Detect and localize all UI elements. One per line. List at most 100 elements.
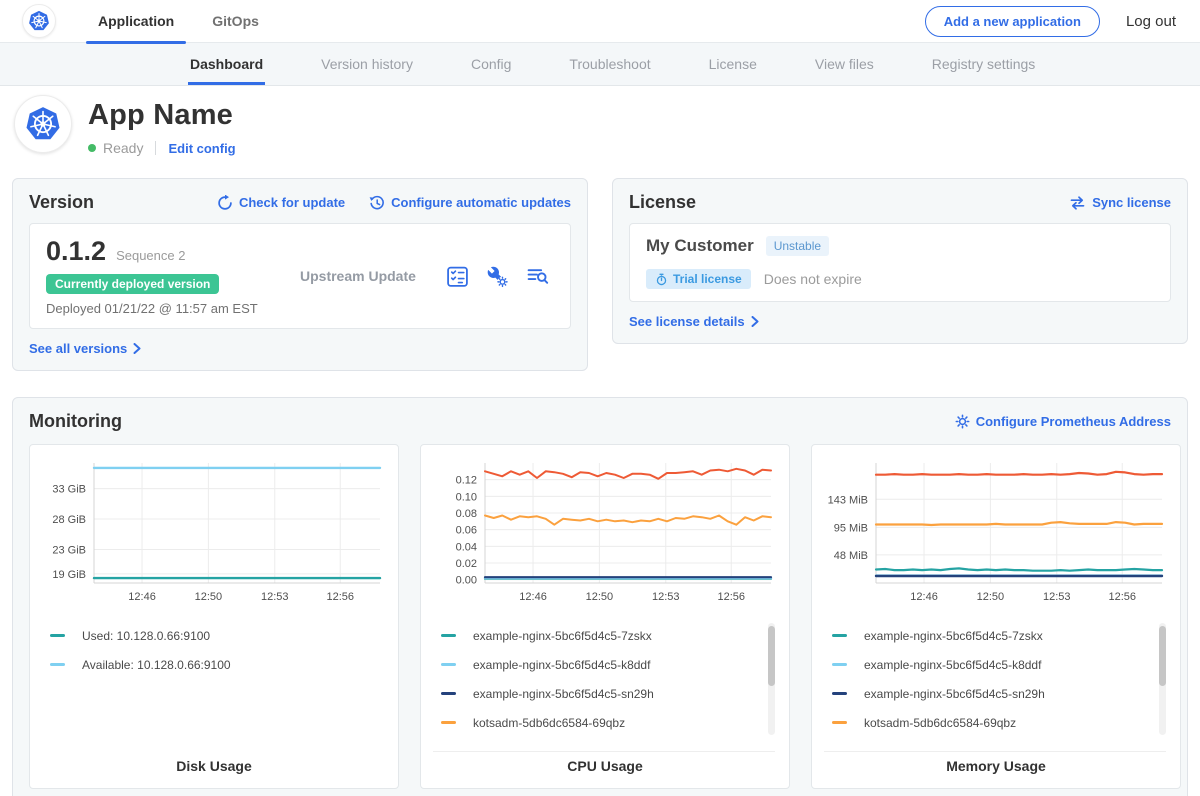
svg-text:12:46: 12:46 xyxy=(519,591,547,603)
legend-scrollbar[interactable] xyxy=(768,623,775,735)
see-all-versions-link[interactable]: See all versions xyxy=(29,341,141,356)
subnav-tab-view-files[interactable]: View files xyxy=(813,43,876,85)
page-title: App Name xyxy=(88,99,236,132)
sync-icon xyxy=(1069,195,1086,211)
legend-swatch xyxy=(50,634,65,637)
configure-auto-updates-link[interactable]: Configure automatic updates xyxy=(369,195,571,211)
auto-update-clock-icon xyxy=(369,195,385,211)
svg-text:33 GiB: 33 GiB xyxy=(52,484,86,496)
monitoring-title: Monitoring xyxy=(29,411,122,432)
gear-icon xyxy=(955,414,970,429)
legend-label: Used: 10.128.0.66:9100 xyxy=(82,629,210,643)
cpu-usage-chart: 0.000.020.040.060.080.100.1212:4612:5012… xyxy=(433,455,777,607)
version-source: Upstream Update xyxy=(286,268,446,284)
legend-item: Available: 10.128.0.66:9100 xyxy=(50,650,386,679)
memory-usage-panel: 48 MiB95 MiB143 MiB12:4612:5012:5312:56 … xyxy=(811,444,1181,789)
deployed-timestamp: Deployed 01/21/22 @ 11:57 am EST xyxy=(46,301,286,316)
view-config-wrench-icon[interactable] xyxy=(486,265,509,288)
memory-usage-title: Memory Usage xyxy=(824,752,1168,774)
svg-text:12:53: 12:53 xyxy=(1043,591,1071,603)
license-expiry: Does not expire xyxy=(764,271,862,287)
legend-item: example-nginx-5bc6f5d4c5-k8ddf xyxy=(441,650,775,679)
license-type-badge: Trial license xyxy=(646,269,751,289)
configure-prometheus-link[interactable]: Configure Prometheus Address xyxy=(955,414,1171,429)
svg-text:12:56: 12:56 xyxy=(717,591,745,603)
svg-text:19 GiB: 19 GiB xyxy=(52,569,86,581)
version-card-title: Version xyxy=(29,192,94,213)
memory-usage-chart: 48 MiB95 MiB143 MiB12:4612:5012:5312:56 xyxy=(824,455,1168,607)
legend-label: example-nginx-5bc6f5d4c5-k8ddf xyxy=(864,658,1041,672)
disk-usage-title: Disk Usage xyxy=(42,752,386,774)
subnav-tab-config[interactable]: Config xyxy=(469,43,513,85)
svg-text:12:50: 12:50 xyxy=(977,591,1005,603)
version-number: 0.1.2 xyxy=(46,236,106,267)
legend-scrollbar-thumb[interactable] xyxy=(1159,626,1166,686)
license-card: License Sync license My Customer Unstabl… xyxy=(612,178,1188,344)
svg-text:0.06: 0.06 xyxy=(456,525,477,537)
see-license-details-link[interactable]: See license details xyxy=(629,314,759,329)
deployed-badge: Currently deployed version xyxy=(46,274,219,294)
svg-text:0.02: 0.02 xyxy=(456,558,477,570)
legend-swatch xyxy=(441,692,456,695)
ready-status-dot xyxy=(88,144,96,152)
configure-auto-updates-label: Configure automatic updates xyxy=(391,195,571,210)
legend-item: example-nginx-5bc6f5d4c5-k8ddf xyxy=(832,650,1166,679)
svg-text:12:50: 12:50 xyxy=(195,591,223,603)
memory-usage-legend: example-nginx-5bc6f5d4c5-7zskx example-ng… xyxy=(824,621,1166,752)
legend-swatch xyxy=(50,663,65,666)
sync-license-label: Sync license xyxy=(1092,195,1171,210)
legend-label: example-nginx-5bc6f5d4c5-sn29h xyxy=(864,687,1045,701)
legend-label: example-nginx-5bc6f5d4c5-sn29h xyxy=(473,687,654,701)
app-header: App Name Ready Edit config xyxy=(0,86,1200,170)
legend-item: kotsadm-5db6dc6584-69qbz xyxy=(832,708,1166,737)
nav-tab-application[interactable]: Application xyxy=(86,0,186,43)
logout-button[interactable]: Log out xyxy=(1126,13,1176,30)
svg-text:12:46: 12:46 xyxy=(910,591,938,603)
subnav-tab-version-history[interactable]: Version history xyxy=(319,43,415,85)
legend-label: kotsadm-5db6dc6584-69qbz xyxy=(864,716,1016,730)
see-all-versions-label: See all versions xyxy=(29,341,127,356)
kubernetes-app-icon xyxy=(23,104,63,144)
legend-swatch xyxy=(832,634,847,637)
sync-license-link[interactable]: Sync license xyxy=(1069,195,1171,211)
legend-scrollbar[interactable] xyxy=(1159,623,1166,735)
legend-swatch xyxy=(441,721,456,724)
svg-text:0.12: 0.12 xyxy=(456,475,477,487)
svg-text:12:50: 12:50 xyxy=(586,591,614,603)
version-card: Version Check for update xyxy=(12,178,588,371)
add-application-button[interactable]: Add a new application xyxy=(925,6,1100,37)
svg-text:0.04: 0.04 xyxy=(456,541,477,553)
legend-label: example-nginx-5bc6f5d4c5-7zskx xyxy=(864,629,1043,643)
nav-tab-gitops[interactable]: GitOps xyxy=(200,0,271,43)
edit-config-link[interactable]: Edit config xyxy=(168,141,235,156)
legend-scrollbar-thumb[interactable] xyxy=(768,626,775,686)
svg-text:12:53: 12:53 xyxy=(261,591,289,603)
subnav-tab-troubleshoot[interactable]: Troubleshoot xyxy=(567,43,652,85)
kubernetes-logo-icon xyxy=(27,9,51,33)
subnav-tab-registry-settings[interactable]: Registry settings xyxy=(930,43,1037,85)
app-icon xyxy=(14,95,72,153)
svg-text:12:56: 12:56 xyxy=(1108,591,1136,603)
stopwatch-icon xyxy=(655,273,668,286)
legend-swatch xyxy=(832,663,847,666)
check-for-update-label: Check for update xyxy=(239,195,345,210)
svg-text:0.00: 0.00 xyxy=(456,575,477,587)
deploy-logs-icon[interactable] xyxy=(526,265,550,288)
legend-label: Available: 10.128.0.66:9100 xyxy=(82,658,231,672)
app-sub-navigation: Dashboard Version history Config Troublesho… xyxy=(0,43,1200,86)
customer-name: My Customer xyxy=(646,236,754,256)
subnav-tab-license[interactable]: License xyxy=(707,43,759,85)
kubernetes-logo xyxy=(22,4,56,38)
legend-item: example-nginx-5bc6f5d4c5-sn29h xyxy=(441,679,775,708)
chevron-right-icon xyxy=(133,343,141,354)
check-for-update-link[interactable]: Check for update xyxy=(217,195,345,211)
legend-swatch xyxy=(441,663,456,666)
subnav-tab-dashboard[interactable]: Dashboard xyxy=(188,43,265,85)
channel-badge: Unstable xyxy=(766,236,829,256)
legend-swatch xyxy=(832,721,847,724)
disk-usage-panel: 19 GiB23 GiB28 GiB33 GiB12:4612:5012:531… xyxy=(29,444,399,789)
svg-text:12:56: 12:56 xyxy=(326,591,354,603)
preflight-checks-icon[interactable] xyxy=(446,265,469,288)
svg-text:0.10: 0.10 xyxy=(456,491,477,503)
svg-text:95 MiB: 95 MiB xyxy=(834,522,868,534)
